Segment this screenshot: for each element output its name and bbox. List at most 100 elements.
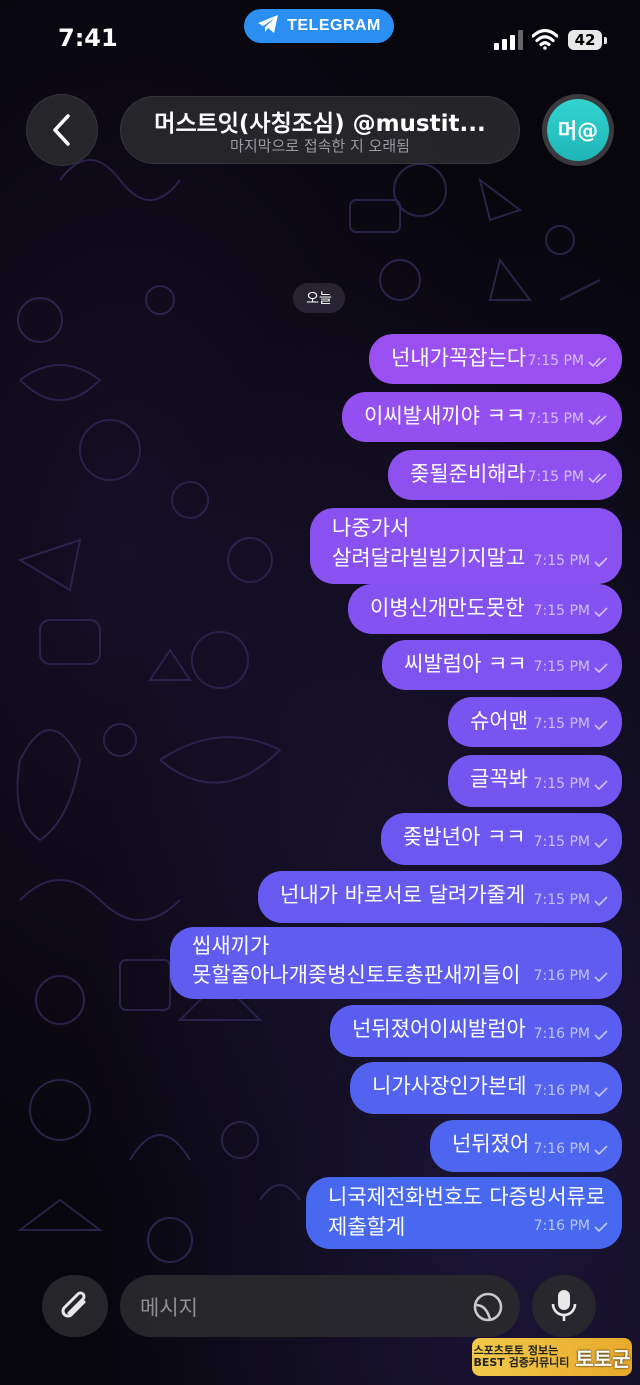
message-input-placeholder: 메시지	[140, 1296, 198, 1320]
telegram-plane-icon	[257, 14, 279, 38]
sent-check-icon	[594, 1144, 608, 1155]
message-meta: 7:16 PM	[534, 1020, 608, 1049]
message-meta: 7:15 PM	[534, 653, 608, 682]
clock: 7:41	[58, 24, 118, 52]
last-seen-status: 마지막으로 접속한 지 오래됨	[230, 137, 410, 155]
message-bubble[interactable]: 씨발럼아 ㅋㅋ 7:15 PM	[382, 640, 622, 690]
telegram-app-pill[interactable]: TELEGRAM	[244, 9, 394, 43]
read-double-check-icon	[588, 414, 607, 425]
message-meta: 7:16 PM	[534, 1212, 608, 1241]
sent-check-icon	[594, 895, 608, 906]
message-bubble[interactable]: 씹새끼가 못할줄아나개좆병신토토총판새끼들이 7:16 PM	[170, 927, 622, 999]
message-text: 좆될준비해라	[410, 462, 526, 486]
avatar[interactable]: 머@	[542, 94, 614, 166]
message-text: 글꼭봐	[470, 767, 528, 791]
message-time: 7:15 PM	[533, 716, 590, 732]
message-time: 7:15 PM	[527, 353, 584, 369]
voice-record-button[interactable]	[532, 1275, 596, 1337]
back-chevron-icon	[53, 114, 70, 146]
battery-indicator: 42	[568, 30, 607, 50]
message-time: 7:16 PM	[533, 968, 590, 984]
message-text-line2: 살려달라빌빌기지말고	[332, 546, 526, 570]
signal-icon	[494, 30, 523, 50]
message-bubble[interactable]: 니국제전화번호도 다증빙서류로 제출할게 7:16 PM	[306, 1177, 622, 1249]
sent-check-icon	[594, 1086, 608, 1097]
message-time: 7:16 PM	[533, 1218, 590, 1234]
sent-check-icon	[594, 1221, 608, 1232]
message-text: 이병신개만도못한	[370, 596, 525, 620]
message-text: 넌내가 바로서로 달려가줄게	[280, 883, 526, 907]
message-bubble[interactable]: 이병신개만도못한 7:15 PM	[348, 584, 622, 634]
message-meta: 7:15 PM	[528, 463, 608, 492]
sent-check-icon	[594, 971, 608, 982]
wifi-icon	[532, 28, 558, 50]
microphone-icon	[551, 1290, 577, 1321]
message-meta: 7:15 PM	[534, 886, 608, 915]
message-time: 7:15 PM	[533, 603, 590, 619]
message-text: 넌뒤졌어이씨발럼아	[352, 1017, 526, 1041]
message-input[interactable]: 메시지	[120, 1275, 520, 1337]
message-meta: 7:16 PM	[534, 1135, 608, 1164]
chat-title-pill[interactable]: 머스트잇(사칭조심) @mustit... 마지막으로 접속한 지 오래됨	[120, 96, 520, 164]
app-pill-label: TELEGRAM	[287, 17, 381, 34]
message-time: 7:16 PM	[533, 1083, 590, 1099]
message-text: 니국제전화번호도 다증빙서류로	[328, 1185, 606, 1209]
message-meta: 7:16 PM	[534, 1077, 608, 1106]
message-bubble[interactable]: 니가사장인가본데 7:16 PM	[350, 1062, 622, 1114]
message-text-line2: 제출할게	[328, 1215, 406, 1239]
message-text: 니가사장인가본데	[372, 1074, 527, 1098]
message-time: 7:15 PM	[527, 469, 584, 485]
message-text: 넌뒤졌어	[452, 1132, 530, 1156]
message-text: 넌내가꼭잡는다	[391, 346, 527, 370]
message-time: 7:15 PM	[533, 659, 590, 675]
message-text: 좆밥년아 ㅋㅋ	[403, 825, 526, 849]
back-button[interactable]	[26, 94, 98, 166]
sent-check-icon	[594, 662, 608, 673]
message-time: 7:15 PM	[533, 553, 590, 569]
watermark-logo: 스포츠토토 정보는 BEST 검증커뮤니티 토토군	[472, 1338, 632, 1376]
watermark-brand: 토토군	[575, 1346, 631, 1371]
message-bubble[interactable]: 넌뒤졌어이씨발럼아 7:16 PM	[330, 1005, 622, 1057]
message-meta: 7:16 PM	[534, 962, 608, 991]
message-meta: 7:15 PM	[528, 347, 608, 376]
message-bubble[interactable]: 넌뒤졌어 7:16 PM	[430, 1120, 622, 1172]
message-text: 이씨발새끼야 ㅋㅋ	[364, 404, 526, 428]
message-bubble[interactable]: 넌내가 바로서로 달려가줄게 7:15 PM	[258, 871, 622, 923]
paperclip-icon	[61, 1291, 86, 1318]
message-time: 7:16 PM	[533, 1026, 590, 1042]
read-double-check-icon	[588, 472, 607, 483]
message-time: 7:15 PM	[527, 411, 584, 427]
status-bar: 7:41 TELEGRAM 42	[0, 0, 640, 80]
message-time: 7:15 PM	[533, 834, 590, 850]
message-meta: 7:15 PM	[528, 405, 608, 434]
message-time: 7:15 PM	[533, 776, 590, 792]
message-bubble[interactable]: 좆될준비해라 7:15 PM	[388, 450, 622, 500]
message-bubble[interactable]: 나중가서 살려달라빌빌기지말고 7:15 PM	[310, 508, 622, 584]
message-meta: 7:15 PM	[534, 597, 608, 626]
avatar-initials: 머@	[547, 99, 609, 161]
sent-check-icon	[594, 556, 608, 567]
watermark-line2: BEST 검증커뮤니티	[473, 1356, 570, 1369]
message-bubble[interactable]: 글꼭봐 7:15 PM	[448, 755, 622, 807]
sent-check-icon	[594, 1029, 608, 1040]
message-meta: 7:15 PM	[534, 547, 608, 576]
sticker-icon[interactable]	[472, 1291, 504, 1323]
sent-check-icon	[594, 719, 608, 730]
message-bubble[interactable]: 넌내가꼭잡는다 7:15 PM	[369, 334, 622, 384]
message-time: 7:16 PM	[533, 1141, 590, 1157]
message-meta: 7:15 PM	[534, 828, 608, 857]
message-meta: 7:15 PM	[534, 710, 608, 739]
sent-check-icon	[594, 837, 608, 848]
sent-check-icon	[594, 779, 608, 790]
message-bubble[interactable]: 이씨발새끼야 ㅋㅋ 7:15 PM	[342, 392, 622, 442]
message-text-line2: 못할줄아나개좆병신토토총판새끼들이	[192, 963, 521, 987]
message-bubble[interactable]: 슈어맨 7:15 PM	[448, 697, 622, 747]
chat-name: 머스트잇(사칭조심) @mustit...	[154, 111, 486, 137]
message-text: 슈어맨	[470, 709, 528, 733]
message-bubble[interactable]: 좆밥년아 ㅋㅋ 7:15 PM	[381, 813, 622, 865]
read-double-check-icon	[588, 356, 607, 367]
attach-button[interactable]	[42, 1275, 108, 1337]
message-meta: 7:15 PM	[534, 770, 608, 799]
message-time: 7:15 PM	[533, 892, 590, 908]
date-separator: 오늘	[293, 283, 345, 313]
